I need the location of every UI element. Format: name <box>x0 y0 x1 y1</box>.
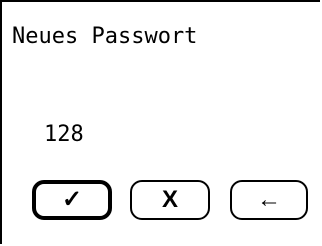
cancel-button-label: X <box>161 186 178 213</box>
arrow-left-icon: ← <box>257 186 281 213</box>
display-screen: Neues Passwort 128 ✓ X ← <box>0 0 320 244</box>
page-title: Neues Passwort <box>12 24 198 49</box>
confirm-button[interactable]: ✓ <box>32 180 112 220</box>
checkmark-icon: ✓ <box>61 186 83 213</box>
cancel-button[interactable]: X <box>130 180 210 220</box>
back-button[interactable]: ← <box>230 180 308 220</box>
password-value-field[interactable]: 128 <box>44 122 84 148</box>
